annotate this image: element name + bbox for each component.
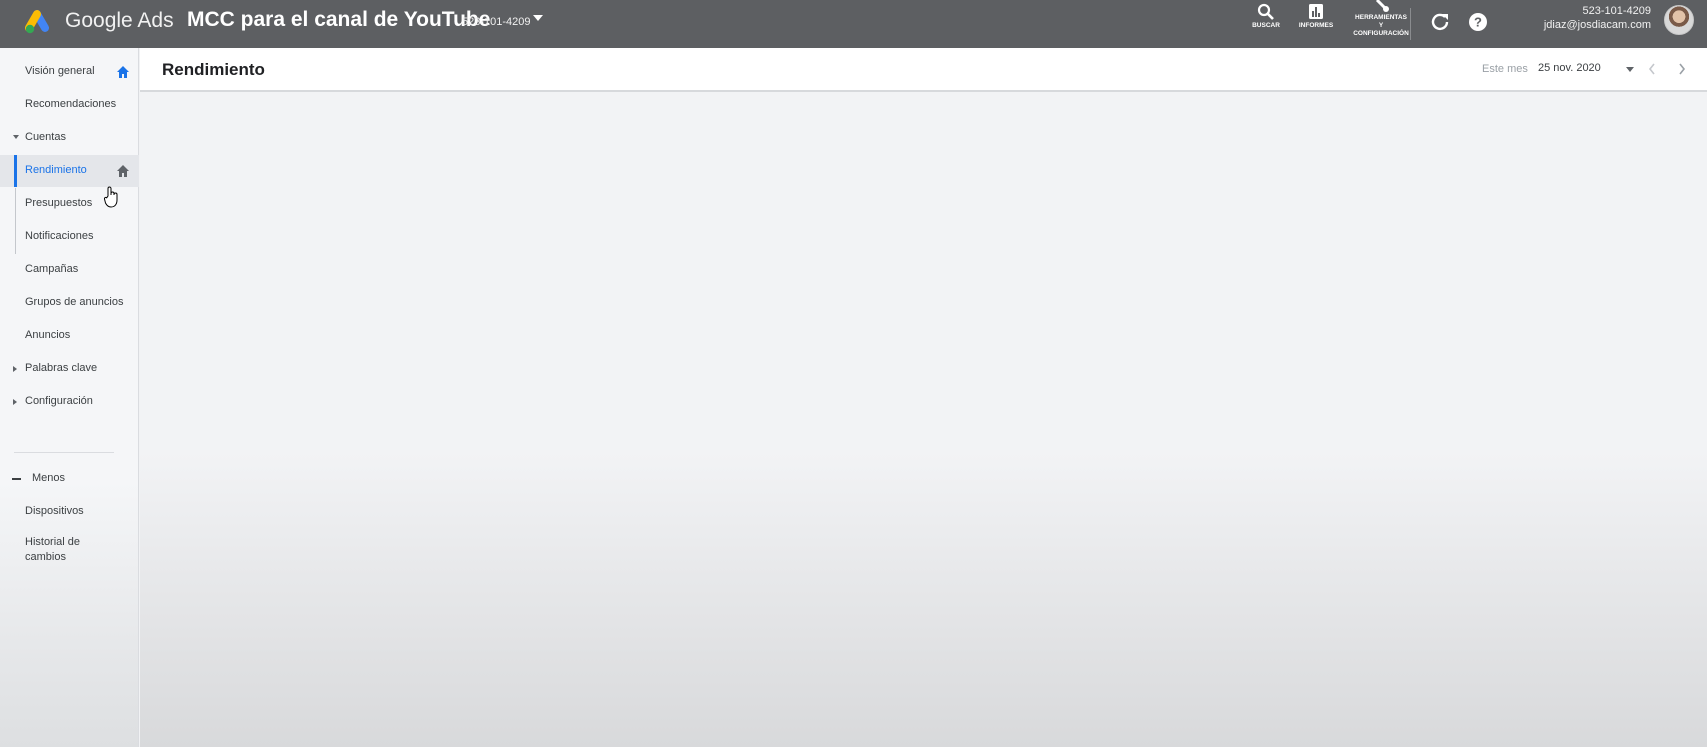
sidebar-item-performance[interactable]: Rendimiento <box>0 155 139 187</box>
google-ads-logo[interactable] <box>24 8 54 34</box>
sidebar-item-label: Palabras clave <box>25 362 98 374</box>
sidebar-item-campaigns[interactable]: Campañas <box>0 254 139 286</box>
avatar[interactable] <box>1664 5 1694 35</box>
sidebar-item-label: Grupos de anuncios <box>25 296 124 308</box>
home-icon <box>117 66 129 78</box>
sidebar-item-label: Configuración <box>25 395 93 407</box>
date-range-value[interactable]: 25 nov. 2020 <box>1538 62 1601 74</box>
date-range-label[interactable]: Este mes <box>1482 63 1528 75</box>
sidebar-item-label: Anuncios <box>25 329 71 341</box>
sidebar-item-label: Rendimiento <box>25 164 87 176</box>
sidebar-less-toggle[interactable]: Menos <box>0 463 139 495</box>
sidebar-item-label-line-2: cambios <box>25 551 66 563</box>
sidebar-item-label: Cuentas <box>25 131 66 143</box>
top-bar: Google Ads MCC para el canal de YouTube … <box>0 0 1707 48</box>
active-indicator <box>14 155 17 187</box>
tools-label-line-3: CONFIGURACIÓN <box>1353 30 1409 37</box>
reports-label: INFORMES <box>1298 22 1334 29</box>
svg-text:?: ? <box>1474 15 1482 30</box>
sidebar-item-settings[interactable]: Configuración <box>0 386 139 418</box>
page-header: Rendimiento Este mes 25 nov. 2020 <box>140 48 1707 92</box>
date-dropdown-icon[interactable] <box>1626 67 1634 72</box>
sidebar-item-label-line-1: Historial de <box>25 536 81 548</box>
hand-cursor-icon <box>104 186 118 208</box>
sidebar-divider <box>14 452 114 453</box>
sidebar-item-devices[interactable]: Dispositivos <box>0 496 139 528</box>
search-label: BUSCAR <box>1252 22 1280 29</box>
account-dropdown-icon[interactable] <box>533 15 543 21</box>
sidebar-item-label: Dispositivos <box>25 505 84 517</box>
account-id[interactable]: 523-101-4209 <box>462 16 531 28</box>
chevron-right-icon[interactable] <box>1677 62 1687 76</box>
refresh-icon[interactable] <box>1428 10 1452 34</box>
minus-icon <box>12 478 21 480</box>
sidebar-item-keywords[interactable]: Palabras clave <box>0 353 139 385</box>
sidebar-item-label: Presupuestos <box>25 197 93 209</box>
user-account-id: 523-101-4209 <box>1582 5 1651 17</box>
search-button[interactable]: BUSCAR <box>1248 2 1284 30</box>
sidebar-item-overview[interactable]: Visión general <box>0 56 139 88</box>
sidebar-item-notifications[interactable]: Notificaciones <box>0 221 139 253</box>
sidebar-item-ad-groups[interactable]: Grupos de anuncios <box>0 287 139 319</box>
sidebar-item-label: Notificaciones <box>25 230 94 242</box>
sidebar-item-change-history[interactable]: Historial de cambios <box>0 531 139 571</box>
help-icon[interactable]: ? <box>1466 10 1490 34</box>
reports-button[interactable]: INFORMES <box>1295 2 1337 30</box>
chevron-left-icon[interactable] <box>1647 62 1657 76</box>
sidebar-item-ads[interactable]: Anuncios <box>0 320 139 352</box>
account-name[interactable]: MCC para el canal de YouTube <box>187 8 490 32</box>
home-icon[interactable] <box>116 164 130 178</box>
sidebar-item-label: Campañas <box>25 263 79 275</box>
sidebar-nav: Visión general Recomendaciones Cuentas R… <box>0 48 139 747</box>
tools-label-line-1: HERRAMIENTAS <box>1355 14 1407 21</box>
expand-arrow-icon[interactable] <box>13 366 17 372</box>
tools-label-line-2: Y <box>1378 22 1384 29</box>
user-email[interactable]: jdiaz@josdiacam.com <box>1544 19 1651 31</box>
reports-icon <box>1309 4 1323 19</box>
sidebar-item-recommendations[interactable]: Recomendaciones <box>0 89 139 121</box>
sidebar-item-label: Visión general <box>25 65 95 77</box>
sidebar-less-label: Menos <box>32 472 66 484</box>
page-title: Rendimiento <box>162 60 265 79</box>
wrench-icon <box>1375 0 1389 12</box>
sidebar-item-accounts[interactable]: Cuentas <box>0 122 139 154</box>
expand-arrow-icon[interactable] <box>13 399 17 405</box>
search-icon <box>1257 3 1274 20</box>
topbar-divider <box>1410 8 1411 40</box>
expand-arrow-icon[interactable] <box>13 135 19 139</box>
sidebar-item-label: Recomendaciones <box>25 98 117 110</box>
tools-settings-button[interactable]: HERRAMIENTAS Y CONFIGURACIÓN <box>1350 0 1412 38</box>
main-content-loading <box>140 92 1707 747</box>
product-name: Google Ads <box>65 9 174 32</box>
